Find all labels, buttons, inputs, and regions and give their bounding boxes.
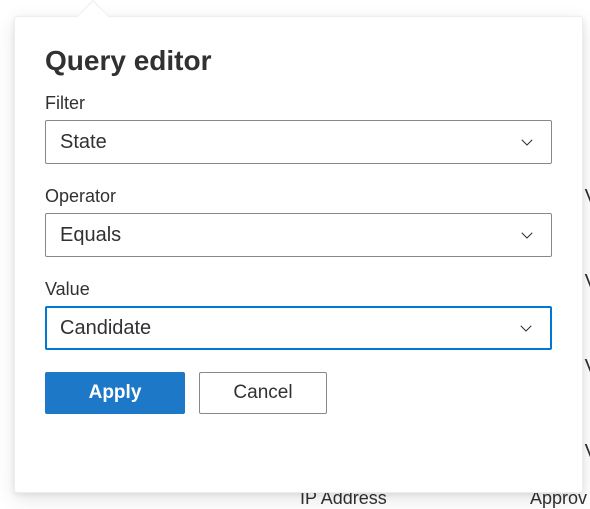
bg-text: V	[585, 441, 590, 464]
bg-text: V	[585, 356, 590, 379]
panel-title: Query editor	[45, 45, 552, 77]
value-select-value: Candidate	[60, 317, 151, 340]
cancel-button[interactable]: Cancel	[199, 372, 327, 414]
filter-label: Filter	[45, 93, 552, 114]
operator-select[interactable]: Equals	[45, 213, 552, 257]
value-select[interactable]: Candidate	[45, 306, 552, 350]
chevron-down-icon	[517, 225, 537, 245]
value-label: Value	[45, 279, 552, 300]
apply-button[interactable]: Apply	[45, 372, 185, 414]
bg-text: V	[585, 271, 590, 294]
button-row: Apply Cancel	[45, 372, 552, 414]
operator-select-value: Equals	[60, 224, 121, 247]
chevron-down-icon	[517, 132, 537, 152]
chevron-down-icon	[516, 318, 536, 338]
filter-select-value: State	[60, 131, 107, 154]
operator-label: Operator	[45, 186, 552, 207]
bg-text: V	[585, 186, 590, 209]
query-editor-panel: Query editor Filter State Operator Equal…	[14, 16, 583, 493]
filter-select[interactable]: State	[45, 120, 552, 164]
